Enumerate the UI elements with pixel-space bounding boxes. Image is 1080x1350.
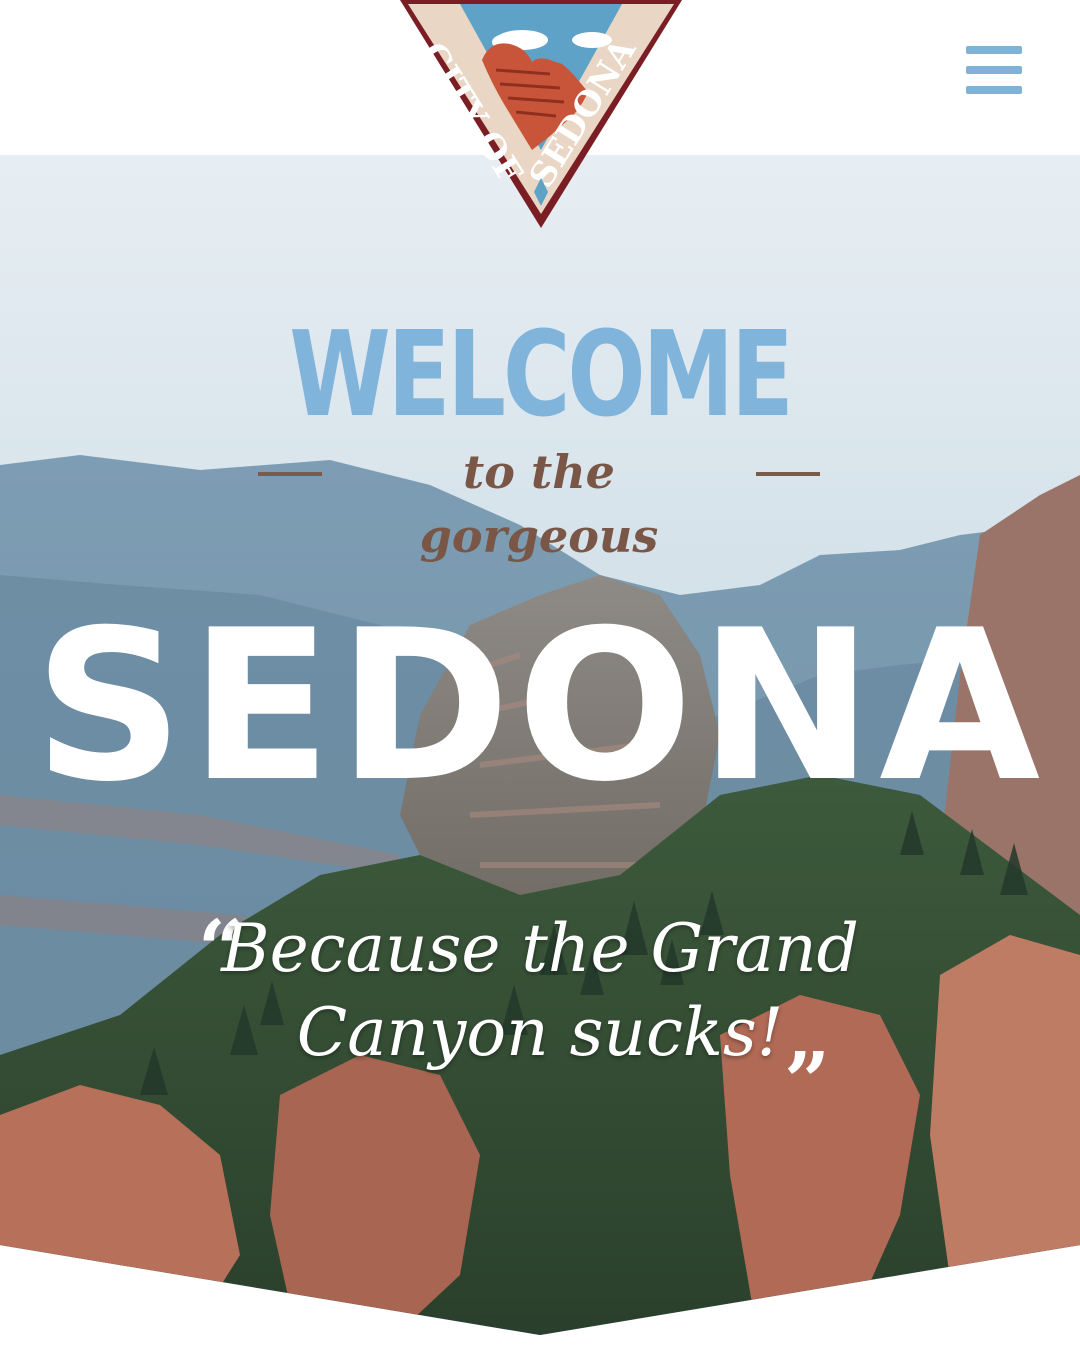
divider-line [756, 472, 820, 476]
close-quote-mark: ” [784, 1034, 831, 1128]
hero-section: WELCOME to the gorgeous SEDONA “ Because… [0, 155, 1080, 1335]
hamburger-menu-button[interactable] [962, 42, 1026, 98]
city-of-sedona-logo[interactable]: CITY OF SEDONA [400, 0, 682, 228]
menu-bar-icon [966, 66, 1022, 74]
welcome-heading: WELCOME [289, 305, 794, 443]
subtitle-row: to the gorgeous [258, 440, 820, 563]
quote-line-1: Because the Grand [221, 910, 859, 987]
logo-seal-icon: CITY OF SEDONA [400, 0, 682, 228]
page: CITY OF SEDONA WELCOME to the gorgeous S… [0, 0, 1080, 1350]
sedona-title: SEDONA [33, 586, 1047, 828]
tagline-quote: Because the Grand Canyon sucks! [200, 907, 880, 1075]
subtitle-text: to the gorgeous [419, 445, 659, 563]
menu-bar-icon [966, 46, 1022, 54]
menu-bar-icon [966, 86, 1022, 94]
divider-line [258, 472, 322, 476]
quote-line-2: Canyon sucks! [296, 994, 784, 1071]
